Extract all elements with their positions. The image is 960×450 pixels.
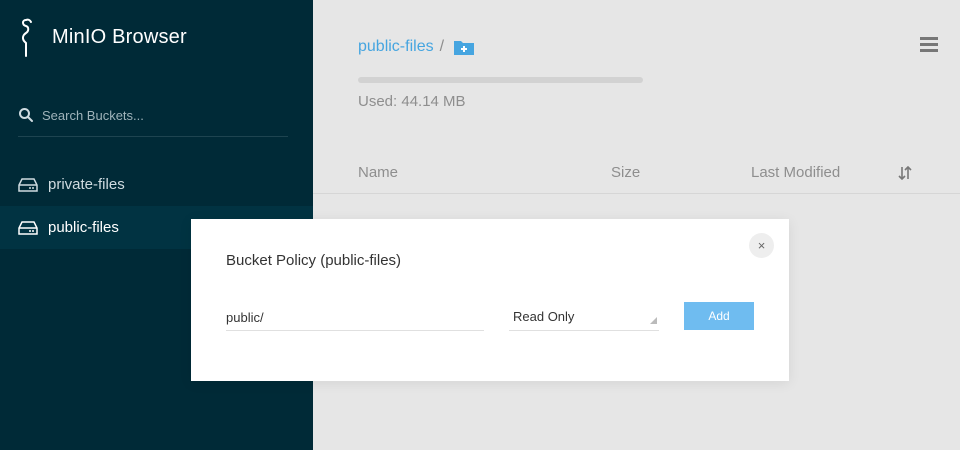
modal-backdrop: Bucket Policy (public-files) × Read Only… <box>0 0 960 450</box>
add-policy-button[interactable]: Add <box>684 302 754 330</box>
close-icon[interactable]: × <box>749 233 774 258</box>
bucket-policy-modal: Bucket Policy (public-files) × Read Only… <box>191 219 789 381</box>
policy-prefix-input[interactable] <box>226 305 484 331</box>
policy-select-value: Read Only <box>513 309 575 324</box>
policy-select[interactable]: Read Only <box>509 305 659 331</box>
modal-title: Bucket Policy (public-files) <box>226 252 402 269</box>
dropdown-arrow-icon <box>650 317 657 324</box>
